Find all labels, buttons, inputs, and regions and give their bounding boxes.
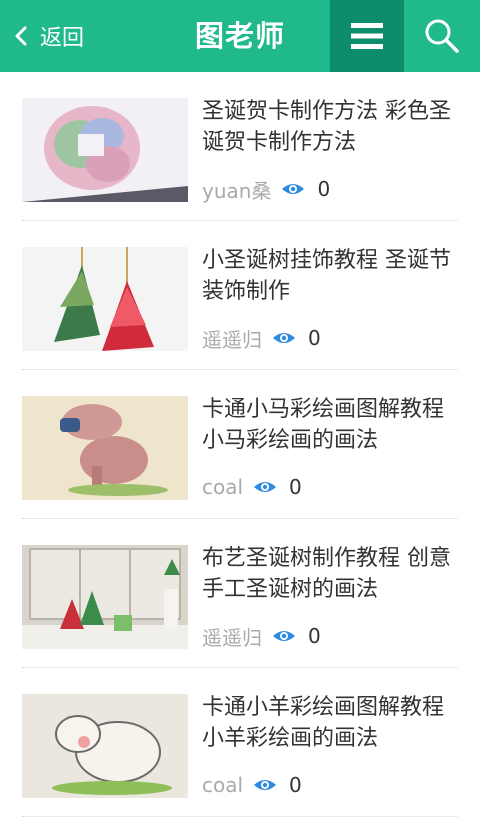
menu-icon [351,23,383,49]
article-views: 0 [308,326,321,350]
search-button[interactable] [404,0,480,72]
eye-icon [254,482,277,492]
article-meta: 遥遥归 0 [202,325,321,352]
eye-icon [254,780,277,790]
article-title[interactable]: 卡通小羊彩绘画图解教程 小羊彩绘画的画法 [202,692,458,754]
article-title[interactable]: 布艺圣诞树制作教程 创意手工圣诞树的画法 [202,543,458,605]
menu-button[interactable] [330,0,404,72]
article-title[interactable]: 圣诞贺卡制作方法 彩色圣诞贺卡制作方法 [202,96,458,158]
top-bar: 返回 图老师 [0,0,480,72]
article-item[interactable]: 小圣诞树挂饰教程 圣诞节装饰制作 遥遥归 0 [22,221,458,370]
eye-icon [273,631,295,641]
eye-icon [273,333,295,343]
article-author: coal [202,475,244,499]
article-author: coal [202,773,244,797]
article-author: 遥遥归 [202,625,262,650]
article-thumbnail[interactable] [22,98,188,202]
article-views: 0 [317,177,331,201]
article-item[interactable]: 圣诞贺卡制作方法 彩色圣诞贺卡制作方法 yuan桑 0 [22,72,458,221]
article-title[interactable]: 卡通小马彩绘画图解教程 小马彩绘画的画法 [202,394,458,456]
article-meta: coal 0 [202,474,302,500]
article-views: 0 [289,475,302,499]
article-views: 0 [289,773,302,797]
article-views: 0 [308,624,321,648]
article-meta: yuan桑 0 [202,176,331,203]
article-meta: coal 0 [202,772,302,798]
article-thumbnail[interactable] [22,545,188,649]
article-thumbnail[interactable] [22,694,188,798]
eye-icon [282,184,305,194]
search-icon [425,19,459,53]
article-meta: 遥遥归 0 [202,623,321,650]
article-title[interactable]: 小圣诞树挂饰教程 圣诞节装饰制作 [202,245,458,307]
article-item[interactable]: 卡通小羊彩绘画图解教程 小羊彩绘画的画法 coal 0 [22,668,458,817]
article-author: yuan桑 [202,178,272,203]
article-item[interactable]: 布艺圣诞树制作教程 创意手工圣诞树的画法 遥遥归 0 [22,519,458,668]
article-thumbnail[interactable] [22,247,188,351]
article-thumbnail[interactable] [22,396,188,500]
article-item[interactable]: 卡通小马彩绘画图解教程 小马彩绘画的画法 coal 0 [22,370,458,519]
article-author: 遥遥归 [202,327,262,352]
